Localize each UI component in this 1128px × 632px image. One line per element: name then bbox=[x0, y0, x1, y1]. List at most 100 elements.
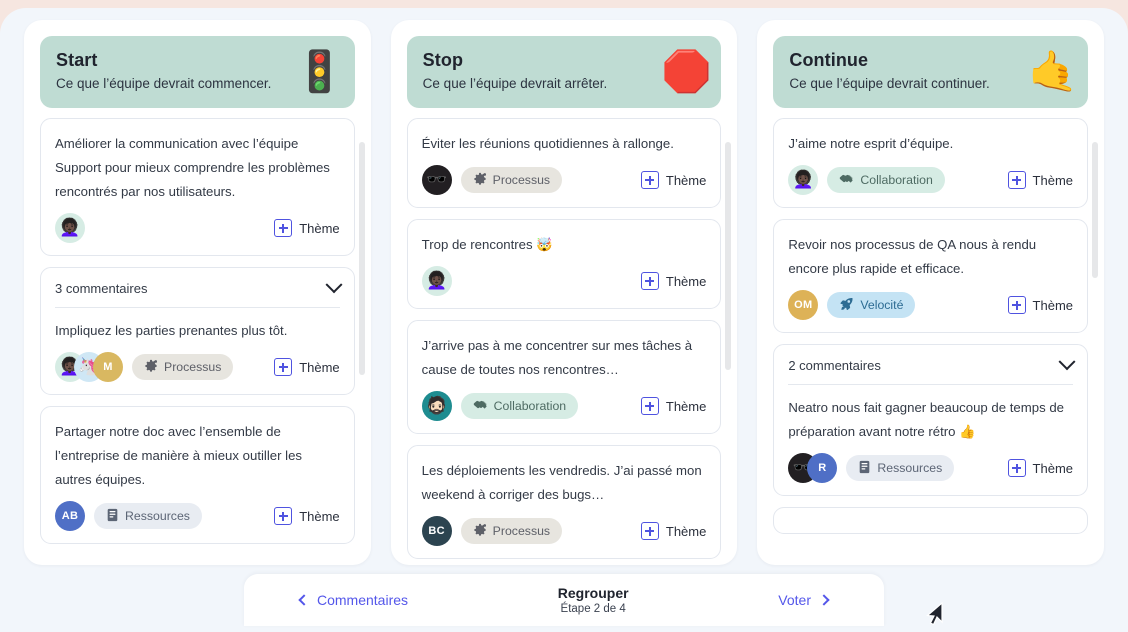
comments-count-label: 2 commentaires bbox=[788, 358, 881, 373]
add-theme-label: Thème bbox=[1032, 460, 1074, 476]
column-stop: Stop Ce que l’équipe devrait arrêter. 🛑 Évi… bbox=[390, 20, 738, 565]
avatar: BC bbox=[421, 516, 452, 546]
bottom-navigation: Commentaires Regrouper Étape 2 de 4 Vote… bbox=[244, 574, 884, 626]
feedback-card[interactable]: J’aime notre esprit d’équipe. 👩🏿‍🦱 Collabo… bbox=[773, 118, 1089, 208]
card-tag[interactable]: Velocité bbox=[827, 292, 916, 318]
card-footer: 👩🏿‍🦱 Collaboration Thème bbox=[788, 165, 1073, 195]
handshake-icon bbox=[473, 400, 487, 409]
comments-card[interactable]: 3 commentaires Impliquez les parties pren… bbox=[40, 267, 355, 395]
feedback-card[interactable]: J’arrive pas à me concentrer sur mes tâc… bbox=[406, 320, 722, 434]
feedback-card[interactable]: Éviter les réunions quotidiennes à rallo… bbox=[406, 118, 722, 208]
feedback-card[interactable]: Améliorer la communication avec l’équipe… bbox=[40, 118, 355, 256]
avatar: 👩🏿‍🦱 bbox=[421, 266, 452, 296]
avatar: M bbox=[93, 352, 123, 382]
card-text: Partager notre doc avec l’ensemble de l’… bbox=[55, 424, 303, 487]
chevron-down-icon[interactable] bbox=[325, 275, 343, 293]
current-step-title: Regrouper bbox=[557, 585, 629, 601]
add-theme-button[interactable]: Thème bbox=[1007, 459, 1074, 477]
plus-icon bbox=[640, 397, 659, 415]
chevron-down-icon[interactable] bbox=[1058, 352, 1076, 370]
feedback-card[interactable]: Trop de rencontres 🤯 👩🏿‍🦱 Thème bbox=[406, 219, 722, 309]
column-scrollbar[interactable] bbox=[725, 142, 732, 370]
column-scrollbar[interactable] bbox=[1092, 142, 1099, 278]
comments-count-label: 3 commentaires bbox=[55, 281, 148, 296]
add-theme-button[interactable]: Thème bbox=[640, 522, 706, 540]
add-theme-button[interactable]: Thème bbox=[640, 171, 706, 189]
column-scrollbar[interactable] bbox=[358, 142, 365, 375]
card-tag[interactable]: Ressources bbox=[846, 455, 955, 481]
rocket-icon bbox=[840, 297, 853, 310]
column-start: Start Ce que l’équipe devrait commencer. 🚦… bbox=[24, 20, 371, 565]
card-avatars: AB bbox=[55, 501, 85, 531]
feedback-card[interactable]: Revoir nos processus de QA nous à rendu … bbox=[773, 219, 1089, 333]
divider bbox=[55, 307, 340, 308]
avatar: R bbox=[807, 453, 838, 483]
rocket-icon bbox=[839, 297, 854, 314]
gear-icon bbox=[474, 523, 486, 536]
feedback-card[interactable]: Partager notre doc avec l’ensemble de l’… bbox=[40, 406, 355, 544]
book-icon bbox=[107, 508, 118, 521]
card-footer: 👩🏿‍🦱 Thème bbox=[55, 213, 340, 243]
card-tag-label: Processus bbox=[492, 173, 551, 187]
gear-icon bbox=[474, 172, 486, 185]
gear-icon bbox=[473, 523, 487, 540]
plus-icon bbox=[274, 507, 293, 525]
card-avatars: OM bbox=[788, 290, 819, 320]
previous-step-button[interactable]: Commentaires bbox=[298, 592, 408, 608]
plus-icon bbox=[274, 358, 293, 376]
card-tag-label: Ressources bbox=[877, 461, 943, 475]
card-footer: 👩🏿‍🦱 🦄 M Processus Thème bbox=[55, 352, 340, 382]
thumbs-up-icon: 🤙 bbox=[1028, 50, 1079, 94]
card-avatars: 👩🏿‍🦱 bbox=[421, 266, 452, 296]
column-scroll-area[interactable]: Start Ce que l’équipe devrait commencer. 🚦… bbox=[24, 20, 371, 565]
card-tag-label: Processus bbox=[492, 524, 551, 538]
avatar: 👩🏿‍🦱 bbox=[788, 165, 819, 195]
add-theme-button[interactable]: Thème bbox=[1007, 296, 1073, 314]
card-footer: 🕶️ R Ressources Thème bbox=[788, 453, 1073, 483]
add-theme-button[interactable]: Thème bbox=[1007, 171, 1073, 189]
avatar: AB bbox=[55, 501, 85, 531]
card-text: J’aime notre esprit d’équipe. bbox=[788, 136, 954, 151]
card-tag[interactable]: Processus bbox=[460, 167, 563, 193]
feedback-card[interactable]: Les déploiements les vendredis. J’ai pas… bbox=[406, 445, 722, 559]
card-tag[interactable]: Collaboration bbox=[460, 393, 579, 419]
column-continue: Continue Ce que l’équipe devrait continue… bbox=[757, 20, 1105, 565]
card-text: Éviter les réunions quotidiennes à rallo… bbox=[421, 136, 674, 151]
feedback-card[interactable] bbox=[773, 507, 1089, 534]
column-header: Continue Ce que l’équipe devrait continue… bbox=[773, 36, 1089, 108]
current-step-progress: Étape 2 de 4 bbox=[560, 603, 626, 615]
card-footer: 🕶️ Processus Thème bbox=[421, 165, 706, 195]
next-step-button[interactable]: Voter bbox=[778, 592, 830, 608]
comments-toggle[interactable]: 3 commentaires bbox=[55, 275, 343, 307]
card-tag-label: Ressources bbox=[125, 509, 190, 523]
divider bbox=[788, 384, 1074, 385]
plus-icon bbox=[640, 171, 659, 189]
card-tag[interactable]: Ressources bbox=[94, 503, 202, 529]
card-tag[interactable]: Processus bbox=[460, 518, 563, 544]
comments-toggle[interactable]: 2 commentaires bbox=[788, 352, 1076, 384]
comments-card[interactable]: 2 commentaires Neatro nous fait gagner be… bbox=[773, 344, 1089, 496]
card-avatars: 👩🏿‍🦱 🦄 M bbox=[55, 352, 123, 382]
add-theme-button[interactable]: Thème bbox=[274, 219, 340, 237]
card-tag[interactable]: Processus bbox=[132, 354, 234, 380]
column-header: Start Ce que l’équipe devrait commencer. 🚦 bbox=[40, 36, 355, 108]
plus-icon bbox=[1007, 296, 1026, 314]
add-theme-button[interactable]: Thème bbox=[640, 397, 706, 415]
chevron-right-icon bbox=[818, 594, 830, 606]
card-text: Trop de rencontres 🤯 bbox=[421, 237, 553, 252]
card-list: Éviter les réunions quotidiennes à rallo… bbox=[406, 118, 722, 559]
card-avatars: 🕶️ bbox=[421, 165, 452, 195]
add-theme-button[interactable]: Thème bbox=[274, 358, 340, 376]
column-scroll-area[interactable]: Continue Ce que l’équipe devrait continue… bbox=[757, 20, 1104, 565]
add-theme-button[interactable]: Thème bbox=[274, 507, 340, 525]
card-text: Améliorer la communication avec l’équipe… bbox=[55, 136, 330, 199]
column-scroll-area[interactable]: Stop Ce que l’équipe devrait arrêter. 🛑 Évi… bbox=[391, 20, 738, 565]
gear-icon bbox=[145, 359, 158, 372]
add-theme-button[interactable]: Thème bbox=[640, 272, 706, 290]
card-tag[interactable]: Collaboration bbox=[827, 167, 945, 193]
card-list: Améliorer la communication avec l’équipe… bbox=[40, 118, 355, 544]
next-step-label: Voter bbox=[778, 592, 811, 608]
app-root: Start Ce que l’équipe devrait commencer. 🚦… bbox=[0, 0, 1128, 632]
card-list: J’aime notre esprit d’équipe. 👩🏿‍🦱 Collabo… bbox=[773, 118, 1089, 534]
book-icon bbox=[858, 460, 871, 477]
